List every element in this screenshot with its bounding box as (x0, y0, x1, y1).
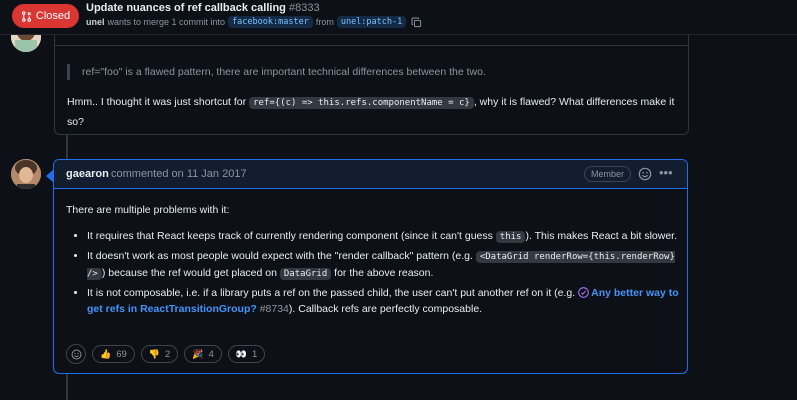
inline-code: this (495, 231, 526, 243)
add-reaction-button[interactable] (66, 344, 86, 364)
head-branch[interactable]: unel:patch-1 (336, 16, 407, 28)
problems-list: It requires that React keeps track of cu… (66, 228, 695, 320)
pr-sticky-header: Closed Update nuances of ref callback ca… (0, 0, 797, 35)
comment-body: Hmm.. I thought it was just shortcut for… (67, 93, 677, 132)
comment-header: gaearon commented on 11 Jan 2017 Member … (54, 160, 687, 189)
item-text: ) because the ref would get placed on (101, 267, 280, 279)
list-item: It requires that React keeps track of cu… (87, 228, 695, 245)
reaction-count: 1 (252, 348, 258, 360)
reaction-count: 4 (208, 348, 214, 360)
item-text: ). This makes React a bit slower. (525, 230, 678, 242)
avatar-gaearon[interactable] (11, 159, 41, 189)
eyes-icon: 👀 (235, 348, 248, 359)
pr-title-text[interactable]: Update nuances of ref callback calling (86, 2, 286, 14)
reaction-count: 69 (116, 348, 127, 360)
item-text: It requires that React keeps track of cu… (87, 230, 496, 242)
pr-author[interactable]: unel (86, 17, 105, 27)
thumbs-up-icon: 👍 (100, 348, 112, 359)
smiley-icon (71, 349, 81, 359)
reaction-thumbs-up[interactable]: 👍 69 (92, 345, 135, 363)
smiley-icon[interactable] (638, 167, 652, 181)
kebab-menu-icon[interactable]: ••• (659, 165, 673, 180)
issue-number[interactable]: #8734 (260, 303, 289, 315)
comment-pointer (46, 169, 54, 183)
reaction-thumbs-down[interactable]: 👎 2 (140, 345, 179, 363)
list-item: It doesn't work as most people would exp… (87, 248, 695, 282)
status-badge: Closed (12, 4, 79, 28)
item-text: for the above reason. (331, 267, 434, 279)
pr-number: #8333 (288, 2, 320, 14)
reaction-count: 2 (165, 348, 171, 360)
role-badge: Member (584, 166, 632, 182)
copy-icon[interactable] (411, 17, 422, 28)
comment-text: Hmm.. I thought it was just shortcut for (67, 96, 250, 108)
blockquote: ref="foo" is a flawed pattern, there are… (67, 64, 486, 80)
thumbs-down-icon: 👎 (148, 348, 161, 359)
item-text: It doesn't work as most people would exp… (87, 250, 476, 262)
comment-author[interactable]: gaearon (66, 168, 109, 180)
item-text: It is not composable, i.e. if a library … (87, 287, 579, 299)
from-text: from (315, 17, 334, 27)
reaction-eyes[interactable]: 👀 1 (227, 345, 266, 363)
inline-code: ref={(c) => this.refs.componentName = c} (249, 97, 474, 109)
reaction-hooray[interactable]: 🎉 4 (184, 345, 222, 363)
comment-intro: There are multiple problems with it: (66, 204, 230, 216)
pull-request-closed-icon (21, 10, 31, 22)
reactions-bar: 👍 69 👎 2 🎉 4 👀 1 (66, 344, 266, 364)
comment-box-gaearon: gaearon commented on 11 Jan 2017 Member … (46, 159, 688, 374)
item-text: ). Callback refs are perfectly composabl… (288, 303, 483, 315)
list-item: It is not composable, i.e. if a library … (87, 285, 695, 317)
comment-box: ref="foo" is a flawed pattern, there are… (54, 20, 689, 135)
merge-text: wants to merge 1 commit into (107, 17, 226, 27)
base-branch[interactable]: facebook:master (228, 16, 313, 28)
pull-request-merged-icon (578, 287, 589, 298)
inline-code: DataGrid (279, 268, 332, 280)
party-popper-icon: 🎉 (192, 348, 204, 359)
comment-timestamp[interactable]: commented on 11 Jan 2017 (111, 168, 247, 180)
status-label: Closed (35, 10, 71, 22)
pr-meta: unel wants to merge 1 commit into facebo… (86, 16, 422, 28)
pr-title: Update nuances of ref callback calling #… (86, 2, 320, 14)
